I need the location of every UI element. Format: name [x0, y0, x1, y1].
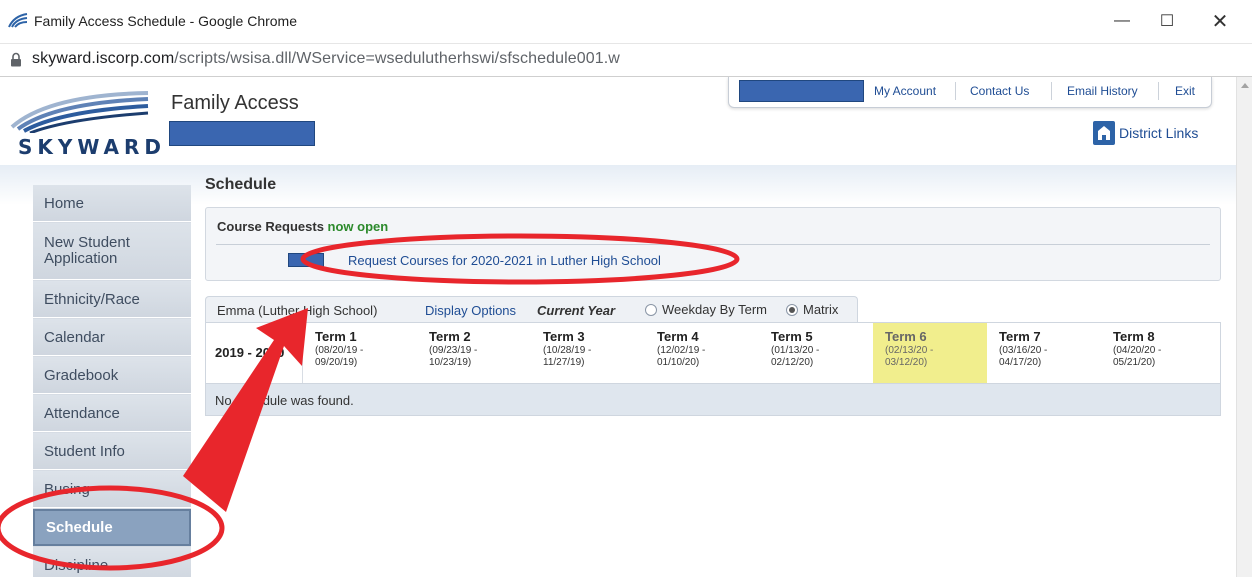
sidebar-item-attendance[interactable]: Attendance — [33, 395, 191, 432]
page-scrollbar[interactable] — [1236, 77, 1252, 577]
top-nav: My Account Contact Us Email History Exit — [728, 77, 1212, 108]
term-dates-end: 05/21/20) — [1113, 357, 1156, 368]
term-dates-end: 02/12/20) — [771, 357, 814, 368]
term-header: Term 5 (01/13/20 -02/12/20) — [759, 323, 873, 383]
weekday-by-term-radio[interactable] — [645, 304, 657, 316]
matrix-label[interactable]: Matrix — [803, 302, 838, 317]
schedule-matrix: 2019 - 2020 Term 1 (08/20/19 -09/20/19) T… — [205, 322, 1221, 416]
term-dates-start: (12/02/19 - — [657, 345, 706, 356]
term-header: Term 4 (12/02/19 -01/10/20) — [645, 323, 759, 383]
contact-us-link[interactable]: Contact Us — [970, 84, 1029, 98]
sidebar-item-calendar[interactable]: Calendar — [33, 319, 191, 356]
skyward-wordmark: SKYWARD — [18, 135, 167, 159]
url-host: skyward.iscorp.com — [32, 50, 175, 67]
term-name: Term 6 — [885, 329, 927, 344]
course-requests-title: Course Requests — [217, 219, 324, 234]
schedule-tab-bar: Emma (Luther High School) Display Option… — [205, 296, 858, 322]
url-path: /scripts/wsisa.dll/WService=wsedulutherh… — [174, 50, 620, 67]
sidebar-item-ethnicity-race[interactable]: Ethnicity/Race — [33, 281, 191, 318]
term-dates-end: 09/20/19) — [315, 357, 358, 368]
nav-divider — [955, 82, 956, 100]
sidebar-item-schedule[interactable]: Schedule — [33, 509, 191, 546]
term-header: Term 7 (03/16/20 -04/17/20) — [987, 323, 1101, 383]
term-dates-start: (02/13/20 - — [885, 345, 934, 356]
sidebar-item-home[interactable]: Home — [33, 185, 191, 222]
page-title: Schedule — [205, 176, 277, 193]
sidebar-item-discipline[interactable]: Discipline — [33, 547, 191, 577]
term-header: Term 8 (04/20/20 -05/21/20) — [1101, 323, 1215, 383]
redacted-name — [169, 121, 315, 146]
redacted-label — [288, 253, 324, 267]
minimize-button[interactable]: — — [1100, 6, 1144, 36]
maximize-button[interactable]: ☐ — [1145, 6, 1189, 36]
sidebar-item-new-student-application[interactable]: New Student Application — [33, 223, 191, 280]
school-year: 2019 - 2020 — [206, 323, 303, 383]
close-window-button[interactable]: ✕ — [1198, 6, 1242, 36]
term-header: Term 1 (08/20/19 -09/20/19) — [303, 323, 417, 383]
term-dates-end: 10/23/19) — [429, 357, 472, 368]
window-title: Family Access Schedule - Google Chrome — [34, 13, 297, 29]
course-requests-status: now open — [327, 219, 389, 234]
minimize-icon: — — [1114, 12, 1130, 29]
district-links-label: District Links — [1119, 125, 1199, 141]
weekday-by-term-label[interactable]: Weekday By Term — [662, 302, 767, 317]
nav-divider — [1158, 82, 1159, 100]
scroll-up-icon[interactable] — [1241, 83, 1249, 88]
no-schedule-message: No schedule was found. — [206, 383, 1220, 415]
nav-divider — [1051, 82, 1052, 100]
app-title: Family Access — [171, 92, 299, 114]
url-text[interactable]: skyward.iscorp.com/scripts/wsisa.dll/WSe… — [32, 50, 620, 68]
term-dates-end: 03/12/20) — [885, 357, 928, 368]
email-history-link[interactable]: Email History — [1067, 84, 1138, 98]
course-requests-panel: Course Requests now open Request Courses… — [205, 207, 1221, 281]
term-header: Term 3 (10/28/19 -11/27/19) — [531, 323, 645, 383]
term-dates-end: 04/17/20) — [999, 357, 1042, 368]
term-name: Term 7 — [999, 329, 1041, 344]
matrix-radio[interactable] — [786, 304, 798, 316]
course-requests-heading: Course Requests now open — [217, 219, 388, 234]
term-name: Term 8 — [1113, 329, 1155, 344]
term-name: Term 5 — [771, 329, 813, 344]
sidebar-item-gradebook[interactable]: Gradebook — [33, 357, 191, 394]
address-bar[interactable]: skyward.iscorp.com/scripts/wsisa.dll/WSe… — [0, 44, 1252, 77]
current-year-label: Current Year — [537, 303, 616, 318]
term-name: Term 4 — [657, 329, 699, 344]
term-dates-start: (10/28/19 - — [543, 345, 592, 356]
lock-icon — [11, 52, 21, 67]
my-account-link[interactable]: My Account — [874, 84, 936, 98]
school-icon — [1093, 121, 1115, 145]
sidebar: Home New Student Application Ethnicity/R… — [33, 185, 191, 577]
term-dates-start: (09/23/19 - — [429, 345, 478, 356]
request-courses-link[interactable]: Request Courses for 2020-2021 in Luther … — [348, 253, 661, 268]
term-dates-start: (03/16/20 - — [999, 345, 1048, 356]
divider — [216, 244, 1210, 245]
close-icon: ✕ — [1211, 10, 1229, 33]
term-name: Term 2 — [429, 329, 471, 344]
term-dates-start: (01/13/20 - — [771, 345, 820, 356]
district-links[interactable]: District Links — [1093, 120, 1198, 146]
term-name: Term 1 — [315, 329, 357, 344]
student-tab[interactable]: Emma (Luther High School) — [217, 303, 377, 318]
skyward-logo: SKYWARD — [8, 87, 161, 159]
maximize-icon: ☐ — [1159, 13, 1175, 30]
redacted-user — [739, 80, 864, 102]
term-dates-end: 11/27/19) — [543, 357, 585, 368]
term-dates-end: 01/10/20) — [657, 357, 700, 368]
term-header-current: Term 6 (02/13/20 -03/12/20) — [873, 323, 987, 383]
site-header: SKYWARD Family Access My Account Contact… — [0, 77, 1236, 165]
skyward-swoosh-icon — [10, 91, 149, 135]
term-header: Term 2 (09/23/19 -10/23/19) — [417, 323, 531, 383]
exit-link[interactable]: Exit — [1175, 84, 1195, 98]
skyward-favicon-icon — [8, 13, 28, 28]
display-options-link[interactable]: Display Options — [425, 303, 516, 318]
term-dates-start: (08/20/19 - — [315, 345, 364, 356]
sidebar-item-busing[interactable]: Busing — [33, 471, 191, 508]
browser-titlebar: Family Access Schedule - Google Chrome —… — [0, 0, 1252, 44]
term-dates-start: (04/20/20 - — [1113, 345, 1162, 356]
sidebar-item-student-info[interactable]: Student Info — [33, 433, 191, 470]
term-name: Term 3 — [543, 329, 585, 344]
